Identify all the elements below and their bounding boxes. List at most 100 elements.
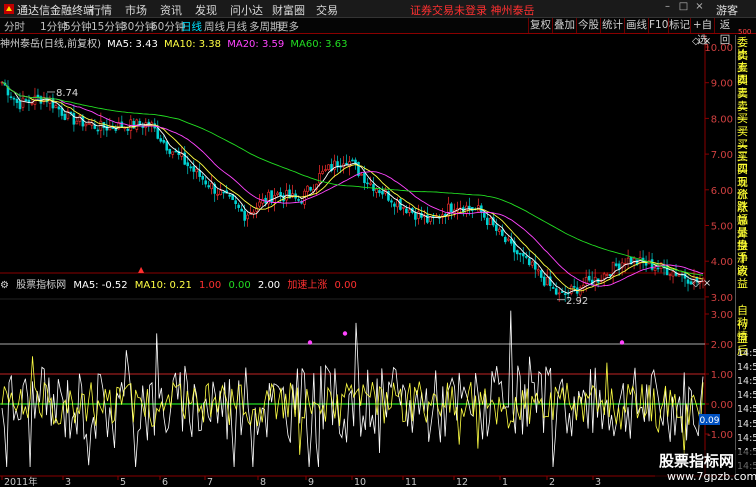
chart-options-icon[interactable]: ◇ × — [692, 36, 711, 47]
candle-body — [653, 267, 657, 271]
trade-notice[interactable]: 证券交易未登录 神州泰岳 — [410, 2, 535, 18]
candle-body — [276, 192, 279, 195]
tab-5min[interactable]: 5分钟 — [64, 19, 92, 34]
indicator-gear-icon[interactable]: ⚙ — [0, 280, 9, 291]
candle-body — [318, 173, 321, 184]
ma60-value: MA60: 3.63 — [290, 39, 348, 50]
candle-body — [414, 212, 417, 220]
date-axis-label: 3 — [595, 477, 601, 487]
tick-time: 14:50 — [737, 347, 756, 359]
account-label[interactable]: 游客 — [716, 2, 738, 18]
watermark-title: 股票指标网 — [659, 452, 735, 470]
date-axis-label: 10 — [354, 477, 366, 487]
high-price-label: 8.74 — [56, 88, 78, 99]
candle-body — [237, 204, 240, 208]
candle-body — [554, 288, 558, 295]
ind-ma5-value: MA5: -0.52 — [73, 280, 128, 291]
tick-time: 14:50 — [737, 390, 756, 402]
back-button[interactable]: 返回 — [714, 18, 735, 46]
date-axis-label: 11 — [405, 477, 417, 487]
overlay-button[interactable]: 叠加 — [552, 18, 576, 33]
indicator-options-icon[interactable]: ◇ × — [692, 278, 711, 289]
f10-button[interactable]: F10 — [648, 18, 668, 33]
date-axis-label: 8 — [260, 477, 266, 487]
date-axis-label: 2011年 — [4, 476, 38, 487]
maximize-icon[interactable]: □ — [678, 1, 689, 15]
close-icon[interactable]: × — [694, 1, 705, 15]
draw-line-button[interactable]: 画线 — [624, 18, 648, 33]
price-axis-label: 7.00 — [711, 150, 733, 161]
candle-body — [63, 113, 67, 120]
candle-body — [497, 228, 501, 232]
tab-monthly[interactable]: 月线 — [226, 19, 247, 34]
mark-button[interactable]: 标记 — [668, 18, 690, 33]
candle-body — [18, 100, 22, 110]
panel-sub-value: 500 — [738, 28, 752, 36]
tick-time: 14:50 — [737, 376, 756, 387]
candle-body — [521, 253, 525, 257]
candle-body — [426, 214, 429, 223]
fuquan-button[interactable]: 复权 — [528, 18, 552, 33]
candle-body — [656, 267, 660, 270]
watermark: 股票指标网 www.7gpzb.com — [655, 450, 756, 487]
date-axis-label: 1 — [502, 477, 508, 487]
menu-wenxiaoda[interactable]: 问小达 — [230, 2, 263, 18]
stats-button[interactable]: 统计 — [600, 18, 624, 33]
candle-body — [36, 94, 40, 98]
ma20-line — [1, 81, 704, 287]
candle-body — [162, 140, 166, 143]
add-watchlist-button[interactable]: +自选 — [690, 18, 714, 46]
tab-fenshi[interactable]: 分时 — [4, 19, 25, 34]
candle-body — [72, 113, 76, 125]
candle-body — [527, 258, 531, 265]
tab-more[interactable]: 更多 — [278, 19, 299, 34]
candle-body — [489, 218, 492, 226]
date-axis-label: 7 — [207, 477, 213, 487]
indicator-ma5-line — [1, 310, 704, 468]
indicator-axis-label: -1.00 — [707, 430, 733, 441]
jingu-button[interactable]: 今股 — [576, 18, 600, 33]
candle-body — [234, 200, 237, 205]
candle-body — [375, 188, 378, 193]
candle-body — [465, 205, 468, 214]
candle-body — [321, 170, 324, 174]
menu-hangqing[interactable]: 行情 — [90, 2, 112, 18]
ind-signal: 加速上涨 — [287, 280, 328, 291]
candle-body — [378, 190, 381, 194]
indicator-axis-label: 0.00 — [711, 400, 733, 411]
price-axis-label: 9.00 — [711, 79, 733, 90]
candle-body — [381, 191, 384, 195]
candle-body — [222, 191, 225, 194]
date-axis-label: 2 — [549, 477, 555, 487]
indicator-title[interactable]: 股票指标网 — [16, 280, 66, 291]
menu-faxian[interactable]: 发现 — [195, 2, 217, 18]
candle-body — [506, 238, 510, 241]
quote-label: 收益 — [737, 264, 748, 290]
ma60-line — [1, 81, 704, 276]
menu-jiaoyi[interactable]: 交易 — [316, 2, 338, 18]
indicator-axis-label: 3.00 — [711, 310, 733, 321]
menu-caifuquan[interactable]: 财富圈 — [272, 2, 305, 18]
candle-body — [524, 256, 528, 258]
menu-shichang[interactable]: 市场 — [125, 2, 147, 18]
candle-body — [500, 229, 504, 236]
candle-body — [165, 141, 169, 151]
menu-zixun[interactable]: 资讯 — [160, 2, 182, 18]
ind-ma10-value: MA10: 0.21 — [134, 280, 192, 291]
tick-time: 14:50 — [737, 361, 756, 373]
tab-multi-period[interactable]: 多周期 — [249, 19, 281, 34]
candle-body — [186, 162, 190, 167]
tab-weekly[interactable]: 周线 — [204, 19, 225, 34]
candle-body — [279, 192, 282, 197]
price-axis-label: 6.00 — [711, 186, 733, 197]
candle-body — [96, 129, 100, 132]
candle-body — [563, 293, 567, 295]
candle-body — [671, 271, 675, 277]
minimize-icon[interactable]: – — [662, 1, 673, 15]
tab-daily[interactable]: 日线 — [181, 19, 202, 34]
candle-body — [432, 215, 435, 218]
candle-body — [486, 217, 489, 225]
candle-body — [605, 274, 609, 276]
candle-body — [668, 274, 672, 277]
candle-body — [108, 125, 112, 131]
